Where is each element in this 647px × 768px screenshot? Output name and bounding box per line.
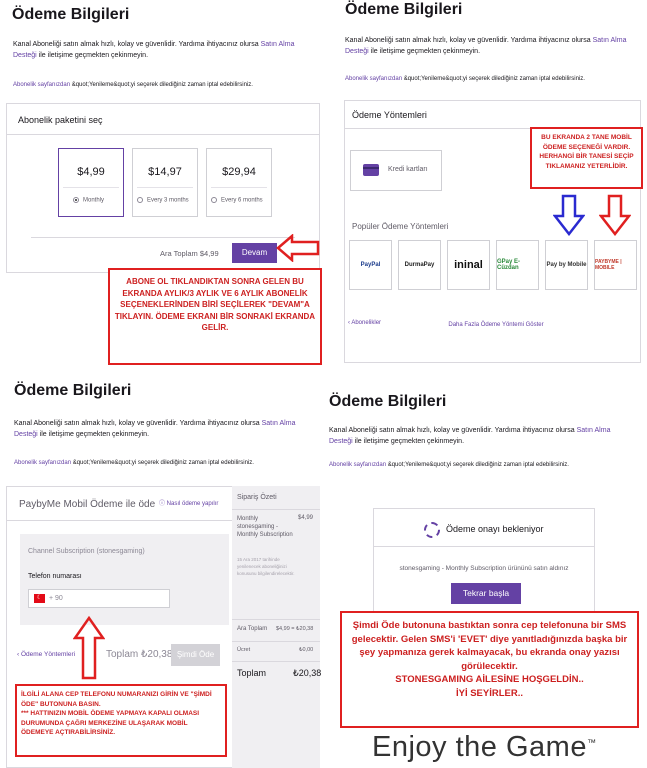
panel-payment-methods: Ödeme Bilgileri Kanal Aboneliği satın al… [326,0,647,374]
option-monthly[interactable]: $4,99 Monthly [58,148,124,217]
card-title: Abonelik paketini seç [18,115,103,125]
option-price: $14,97 [148,166,182,178]
option-divider [137,187,193,188]
summary-fineprint: 15 Ara 2017 tarihinde yenilenecek abonel… [237,557,295,576]
option-divider [63,187,119,188]
instruction-note: Şimdi Öde butonuna bastıktan sonra cep t… [340,611,639,728]
arrow-up-icon [73,616,105,680]
option-6-months[interactable]: $29,94 Every 6 months [206,148,272,217]
fee-value: ₺0,00 [299,647,314,653]
cancel-info: Abonelik sayfanızdan &quot;Yenileme&quot… [14,460,254,466]
pay-now-button[interactable]: Şimdi Öde [171,644,220,666]
subtotal-text: Ara Toplam $4,99 [160,249,219,258]
paypal-option[interactable]: PayPal [349,240,392,290]
divider [7,134,319,135]
phone-prefix: + 90 [49,595,63,602]
phone-input[interactable]: ☾ + 90 [28,589,170,608]
total-inline: Toplam ₺20,38 [106,649,173,660]
summary-item: Monthly stonesgaming - Monthly Subscript… [237,516,293,538]
back-to-methods-link[interactable]: ‹ Ödeme Yöntemleri [17,651,75,658]
panel-package-select: Ödeme Bilgileri Kanal Aboneliği satın al… [0,0,326,374]
summary-price: $4,99 [298,515,314,521]
turkey-flag-icon: ☾ [34,594,45,603]
card-title: Ödeme Yöntemleri [352,110,427,120]
retry-button[interactable]: Tekrar başla [451,583,521,604]
how-to-pay-link[interactable]: ⓘ Nasıl ödeme yapılır [159,498,218,507]
intro-text: Kanal Aboneliği satın almak hızlı, kolay… [345,37,627,55]
option-radio[interactable]: Every 3 months [137,197,189,204]
radio-dot-icon [137,197,143,203]
durmapay-option[interactable]: DurmaPay [398,240,441,290]
subscriptions-page-link[interactable]: Abonelik sayfanızdan [13,82,70,88]
instruction-note: ABONE OL TIKLANDIKTAN SONRA GELEN BU EKR… [108,268,322,365]
panel-mobile-payment: Ödeme Bilgileri Kanal Aboneliği satın al… [0,378,326,768]
fee-label: Ücret [237,647,251,653]
pay-by-mobile-option[interactable]: Pay by Mobile [545,240,588,290]
instruction-note: BU EKRANDA 2 TANE MOBİL ÖDEME SEÇENEĞİ V… [530,127,643,189]
page-title: Ödeme Bilgileri [14,382,132,399]
page-title: Ödeme Bilgileri [329,393,447,410]
more-methods-link[interactable]: Daha Fazla Ödeme Yöntemi Göster [448,320,544,331]
package-card: Abonelik paketini seç $4,99 Monthly $14,… [6,103,320,273]
subscriptions-page-link[interactable]: Abonelik sayfanızdan [329,462,386,468]
order-summary: Sipariş Özeti Monthly stonesgaming - Mon… [232,486,322,768]
arrow-left-icon [276,234,320,262]
back-to-subscriptions-link[interactable]: ‹ Abonelikler [348,320,381,326]
summary-title: Sipariş Özeti [237,494,277,501]
popular-methods-title: Popüler Ödeme Yöntemleri [352,222,449,231]
subtotal-value: $4,99 = ₺20,38 [276,626,314,632]
divider [232,619,320,620]
option-divider [211,187,267,188]
waiting-card: Ödeme onayı bekleniyor stonesgaming - Mo… [373,508,595,618]
phone-form: Channel Subscription (stonesgaming) Tele… [20,534,229,625]
option-radio[interactable]: Every 6 months [211,197,263,204]
waiting-text: stonesgaming - Monthly Subscription ürün… [399,565,569,572]
option-radio[interactable]: Monthly [73,197,104,204]
subscriptions-page-link[interactable]: Abonelik sayfanızdan [14,460,71,466]
total-label: Toplam [237,668,267,678]
arrow-down-blue-icon [553,194,585,236]
divider [31,237,295,238]
gpay-option[interactable]: GPay E-Cüzdan [496,240,539,290]
divider [374,546,594,547]
waiting-title: Ödeme onayı bekleniyor [446,524,544,534]
cancel-info: Abonelik sayfanızdan &quot;Yenileme&quot… [345,76,585,82]
brand-text: Enjoy the Game™ [372,731,597,763]
intro-text: Kanal Aboneliği satın almak hızlı, kolay… [329,427,611,445]
divider [232,661,320,662]
instruction-note: İLGİLİ ALANA CEP TELEFONU NUMARANIZI GİR… [15,684,227,757]
cancel-info: Abonelik sayfanızdan &quot;Yenileme&quot… [13,82,253,88]
credit-card-label: Kredi kartları [388,166,428,173]
divider [7,520,232,521]
channel-name: Channel Subscription (stonesgaming) [28,548,145,555]
intro-text: Kanal Aboneliği satın almak hızlı, kolay… [14,420,296,438]
loading-spinner-icon [424,522,440,538]
card-title: PaybyMe Mobil Ödeme ile öde [19,499,156,510]
continue-button[interactable]: Devam [232,243,277,263]
intro-text: Kanal Aboneliği satın almak hızlı, kolay… [13,41,295,59]
divider [232,641,320,642]
radio-dot-icon [211,197,217,203]
page-title: Ödeme Bilgileri [345,1,463,18]
option-price: $29,94 [222,166,256,178]
divider [232,509,320,510]
paybyme-option[interactable]: PAYBYME | MOBILE [594,240,637,290]
credit-card-option[interactable]: Kredi kartları [350,150,442,191]
panel-payment-waiting: Ödeme Bilgileri Kanal Aboneliği satın al… [326,378,647,768]
total-value: ₺20,38 [293,668,322,678]
subtotal-label: Ara Toplam [237,626,268,632]
credit-card-icon [363,164,379,176]
phone-label: Telefon numarası [28,573,82,580]
page-title: Ödeme Bilgileri [12,6,130,23]
cancel-info: Abonelik sayfanızdan &quot;Yenileme&quot… [329,462,569,468]
option-3-months[interactable]: $14,97 Every 3 months [132,148,198,217]
arrow-down-red-icon [599,194,631,236]
radio-dot-icon [73,197,79,203]
subscriptions-page-link[interactable]: Abonelik sayfanızdan [345,76,402,82]
ininal-option[interactable]: ininal [447,240,490,290]
option-price: $4,99 [77,166,105,178]
